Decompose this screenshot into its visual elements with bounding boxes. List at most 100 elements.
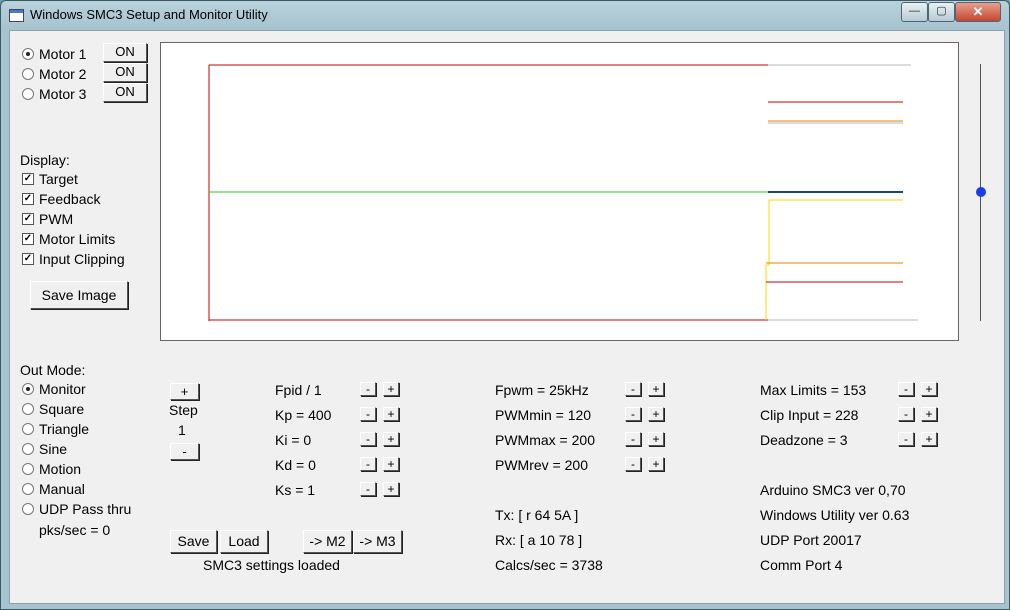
deadzone-plus-button[interactable]: + [921,432,937,446]
mode-manual-radio[interactable] [22,483,34,495]
motor-1-label: Motor 1 [39,46,87,62]
copy-to-m2-button[interactable]: -> M2 [303,530,352,553]
max-limits-plus-button[interactable]: + [921,382,937,396]
motor-limits-checkbox[interactable]: ✓ [22,233,34,245]
minimize-button[interactable]: — [901,2,928,22]
kp-plus-button[interactable]: + [383,407,399,421]
kp-minus-button[interactable]: - [360,407,376,421]
kd-value: Kd = 0 [275,457,316,473]
pwmmin-value: PWMmin = 120 [495,407,592,423]
fpwm-minus-button[interactable]: - [625,382,641,396]
ks-minus-button[interactable]: - [360,482,376,496]
ki-minus-button[interactable]: - [360,432,376,446]
pwm-label: PWM [39,211,74,227]
display-heading: Display: [20,152,70,168]
step-value: 1 [178,422,186,438]
mode-sine-radio[interactable] [22,443,34,455]
kd-minus-button[interactable]: - [360,457,376,471]
max-limits-minus-button[interactable]: - [898,382,914,396]
mode-triangle-radio[interactable] [22,423,34,435]
deadzone-minus-button[interactable]: - [898,432,914,446]
pwmmin-minus-button[interactable]: - [625,407,641,421]
input-clipping-checkbox[interactable]: ✓ [22,253,34,265]
app-window: Windows SMC3 Setup and Monitor Utility —… [0,0,1010,610]
tx-readout: Tx: [ r 64 5A ] [495,507,579,523]
pwm-checkbox[interactable]: ✓ [22,213,34,225]
maximize-button[interactable]: ▢ [928,2,955,22]
monitor-plot [160,42,959,341]
clip-input-minus-button[interactable]: - [898,407,914,421]
main-panel: Motor 1 ON Motor 2 ON Motor 3 ON Display… [9,30,1005,604]
clip-input-plus-button[interactable]: + [921,407,937,421]
mode-udp-radio[interactable] [22,503,34,515]
mode-sine-label: Sine [39,441,68,457]
position-slider-thumb[interactable] [976,187,986,197]
step-minus-button[interactable]: - [170,443,199,460]
motor-2-label: Motor 2 [39,66,87,82]
motor-2-on-button[interactable]: ON [103,63,147,82]
pwmrev-value: PWMrev = 200 [495,457,588,473]
motor-1-radio[interactable] [22,48,34,60]
pwmmin-plus-button[interactable]: + [648,407,664,421]
mode-udp-label: UDP Pass thru [39,501,132,517]
title-bar[interactable]: Windows SMC3 Setup and Monitor Utility —… [1,1,1009,29]
ks-value: Ks = 1 [275,482,316,498]
ks-plus-button[interactable]: + [383,482,399,496]
step-plus-button[interactable]: + [170,383,199,400]
close-button[interactable]: ✕ [955,2,1001,22]
input-clipping-label: Input Clipping [39,251,125,267]
ki-value: Ki = 0 [275,432,312,448]
mode-triangle-label: Triangle [39,421,90,437]
pwmmax-minus-button[interactable]: - [625,432,641,446]
pwm-trace [765,199,903,320]
plot-canvas [208,64,918,321]
mode-manual-label: Manual [39,481,85,497]
target-label: Target [39,171,78,187]
mode-motion-label: Motion [39,461,82,477]
calcs-readout: Calcs/sec = 3738 [495,557,603,573]
max-limits-value: Max Limits = 153 [760,382,867,398]
fpid-minus-button[interactable]: - [360,382,376,396]
out-mode-heading: Out Mode: [20,362,86,378]
fpid-value: Fpid / 1 [275,382,322,398]
kd-plus-button[interactable]: + [383,457,399,471]
window-title: Windows SMC3 Setup and Monitor Utility [30,7,268,22]
ki-plus-button[interactable]: + [383,432,399,446]
save-image-button[interactable]: Save Image [30,281,128,309]
clip-input-value: Clip Input = 228 [760,407,859,423]
app-icon [9,9,24,22]
target-checkbox[interactable]: ✓ [22,173,34,185]
arduino-version: Arduino SMC3 ver 0,70 [760,482,906,498]
pwmmax-value: PWMmax = 200 [495,432,595,448]
motor-3-on-button[interactable]: ON [103,83,147,102]
kp-value: Kp = 400 [275,407,332,423]
load-button[interactable]: Load [220,530,268,553]
mode-monitor-radio[interactable] [22,383,34,395]
fpwm-value: Fpwm = 25kHz [495,382,589,398]
mode-square-label: Square [39,401,85,417]
feedback-checkbox[interactable]: ✓ [22,193,34,205]
feedback-label: Feedback [39,191,101,207]
comm-port: Comm Port 4 [760,557,843,573]
pwmrev-minus-button[interactable]: - [625,457,641,471]
deadzone-value: Deadzone = 3 [760,432,848,448]
motor-3-radio[interactable] [22,88,34,100]
copy-to-m3-button[interactable]: -> M3 [353,530,402,553]
mode-square-radio[interactable] [22,403,34,415]
fpwm-plus-button[interactable]: + [648,382,664,396]
status-message: SMC3 settings loaded [203,557,340,573]
motor-2-radio[interactable] [22,68,34,80]
packets-per-second: pks/sec = 0 [39,522,111,538]
motor-3-label: Motor 3 [39,86,87,102]
mode-motion-radio[interactable] [22,463,34,475]
rx-readout: Rx: [ a 10 78 ] [495,532,583,548]
motor-limits-label: Motor Limits [39,231,116,247]
save-button[interactable]: Save [170,530,217,553]
pwmrev-plus-button[interactable]: + [648,457,664,471]
mode-monitor-label: Monitor [39,381,86,397]
step-label: Step [169,402,198,418]
pwmmax-plus-button[interactable]: + [648,432,664,446]
motor-1-on-button[interactable]: ON [103,43,147,62]
utility-version: Windows Utility ver 0.63 [760,507,910,523]
fpid-plus-button[interactable]: + [383,382,399,396]
